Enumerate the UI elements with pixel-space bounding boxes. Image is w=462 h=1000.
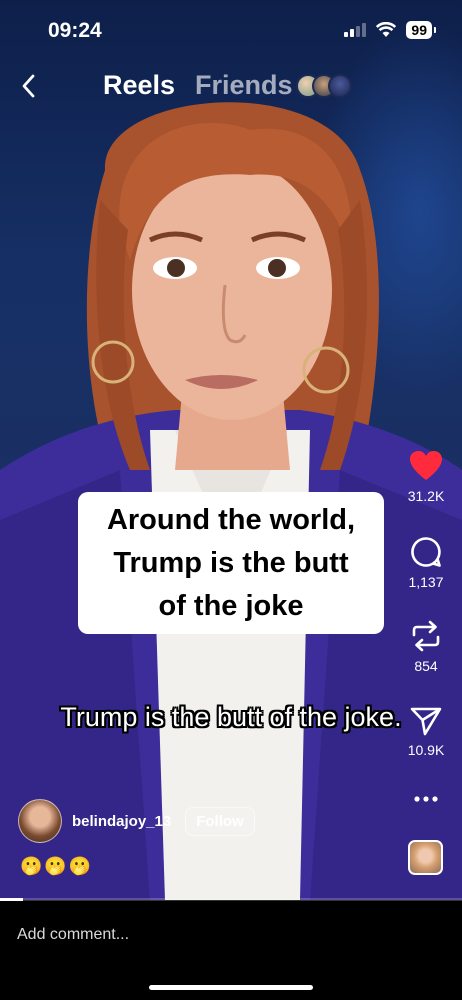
more-dots-icon	[414, 796, 438, 802]
comment-bubble-icon	[411, 537, 441, 567]
share-count: 10.9K	[407, 742, 445, 758]
reels-header: Reels Friends	[0, 68, 462, 104]
comment-bar: Add comment...	[0, 901, 462, 1000]
reel-video[interactable]	[0, 0, 462, 900]
friend-avatar	[328, 74, 352, 98]
repost-count: 854	[414, 658, 438, 674]
wifi-icon	[376, 22, 397, 37]
video-subtitle: Trump is the butt of the joke.	[60, 702, 402, 732]
author-row: belindajoy_13 Follow	[18, 798, 255, 844]
follow-button[interactable]: Follow	[185, 806, 255, 836]
cellular-signal-icon	[344, 23, 367, 37]
video-caption-overlay: Around the world, Trump is the butt of t…	[78, 492, 384, 634]
presenter-image	[0, 102, 462, 900]
caption-line: of the joke	[158, 590, 304, 622]
status-time: 09:24	[48, 19, 102, 42]
like-count: 31.2K	[407, 488, 445, 504]
share-button[interactable]: 10.9K	[398, 706, 454, 758]
status-icons: 99	[344, 21, 436, 39]
caption-line: Around the world,	[106, 504, 356, 536]
more-options-button[interactable]	[398, 794, 454, 804]
repost-button[interactable]: 854	[398, 620, 454, 674]
caption-line: Trump is the butt	[113, 547, 349, 579]
friend-avatars[interactable]	[296, 74, 352, 98]
send-icon	[410, 707, 442, 736]
comment-button[interactable]: 1,137	[398, 536, 454, 590]
post-caption[interactable]: 🫢🫢🫢	[20, 856, 93, 877]
status-bar: 09:24 99	[0, 0, 462, 62]
audio-thumbnail[interactable]	[408, 840, 443, 875]
heart-icon	[410, 451, 442, 480]
home-indicator	[149, 985, 313, 990]
tab-friends[interactable]: Friends	[195, 70, 293, 101]
like-button[interactable]: 31.2K	[398, 450, 454, 504]
battery-icon: 99	[406, 21, 436, 39]
comment-input[interactable]: Add comment...	[17, 926, 129, 944]
repost-icon	[412, 620, 440, 652]
comment-count: 1,137	[408, 574, 444, 590]
avatar[interactable]	[18, 799, 62, 843]
author-username[interactable]: belindajoy_13	[72, 813, 171, 830]
back-arrow-icon[interactable]	[16, 72, 42, 100]
tab-reels[interactable]: Reels	[103, 70, 175, 101]
